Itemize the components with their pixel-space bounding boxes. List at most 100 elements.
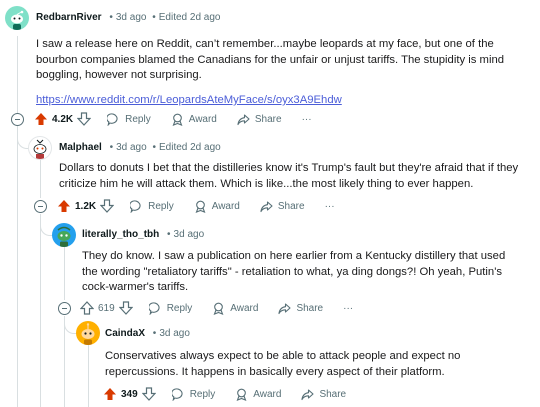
comment-body: Dollars to donuts I bet that the distill…: [59, 162, 519, 190]
separator-dot: •: [109, 12, 113, 23]
downvote-icon: [100, 199, 115, 213]
downvote-icon: [141, 387, 156, 401]
more-icon: ···: [343, 302, 354, 314]
timestamp[interactable]: 3d ago: [159, 328, 190, 339]
share-button[interactable]: Share: [301, 388, 346, 401]
downvote-button[interactable]: [118, 301, 133, 315]
award-button[interactable]: Award: [235, 388, 281, 401]
separator-dot: •: [152, 142, 156, 153]
timestamp[interactable]: 3d ago: [116, 142, 147, 153]
thread-line: [17, 126, 18, 407]
vote-count: 1.2K: [75, 200, 97, 212]
more-options-button[interactable]: ···: [343, 303, 353, 314]
username[interactable]: literally_tho_tbh: [82, 229, 159, 240]
award-button[interactable]: Award: [194, 200, 240, 213]
award-button[interactable]: Award: [212, 302, 258, 315]
separator-dot: •: [152, 328, 157, 339]
reply-button[interactable]: Reply: [130, 199, 174, 213]
reply-button[interactable]: Reply: [171, 387, 216, 401]
more-options-button[interactable]: ···: [302, 114, 312, 125]
reply-button[interactable]: Reply: [107, 112, 151, 126]
share-button[interactable]: Share: [260, 200, 305, 213]
thread-line: [17, 36, 18, 118]
downvote-button[interactable]: [100, 199, 115, 213]
upvote-button[interactable]: [34, 112, 48, 126]
username[interactable]: Malphael: [59, 142, 102, 153]
action-bar: 619 Reply Award Share ···: [80, 299, 353, 317]
comment-body: They do know. I saw a publication on her…: [82, 250, 506, 293]
upvote-icon: [58, 200, 70, 212]
share-label: Share: [254, 113, 282, 125]
timestamp[interactable]: 3d ago: [116, 12, 147, 23]
downvote-icon: [77, 112, 92, 126]
edited-label: Edited 2d ago: [158, 12, 221, 23]
share-icon: [260, 200, 273, 212]
upvote-button[interactable]: [80, 301, 94, 315]
comment-link[interactable]: https://www.reddit.com/r/LeopardsAteMyFa…: [36, 90, 342, 108]
reply-icon: [130, 199, 141, 213]
thread-line: [40, 214, 41, 407]
action-bar: 349 Reply Award Share: [103, 385, 346, 403]
reply-label: Reply: [125, 113, 151, 125]
action-bar: 4.2K Reply Award Share ···: [34, 110, 312, 128]
username[interactable]: RedbarnRiver: [36, 12, 102, 23]
collapse-button[interactable]: [34, 200, 47, 213]
reply-icon: [107, 112, 118, 126]
separator-dot: •: [152, 12, 156, 23]
comment-meta: Malphael • 3d ago • Edited 2d ago: [59, 142, 221, 153]
award-icon: [195, 200, 206, 213]
share-icon: [301, 388, 314, 400]
share-icon: [278, 302, 291, 314]
award-label: Award: [230, 302, 259, 314]
comment-meta: literally_tho_tbh • 3d ago: [82, 229, 204, 240]
comment-meta: CaindaX • 3d ago: [105, 328, 190, 339]
award-label: Award: [253, 388, 282, 400]
award-label: Award: [188, 113, 217, 125]
award-icon: [236, 388, 247, 401]
upvote-icon: [104, 388, 116, 400]
share-label: Share: [319, 388, 347, 400]
vote-count: 349: [121, 388, 138, 400]
avatar[interactable]: [76, 321, 100, 345]
collapse-button[interactable]: [11, 113, 24, 126]
upvote-button[interactable]: [57, 199, 71, 213]
timestamp[interactable]: 3d ago: [174, 229, 205, 240]
avatar[interactable]: [52, 223, 76, 247]
upvote-icon: [35, 113, 47, 125]
downvote-button[interactable]: [141, 387, 156, 401]
collapse-button[interactable]: [58, 302, 71, 315]
reply-label: Reply: [148, 200, 174, 212]
thread-line: [40, 160, 41, 198]
award-label: Award: [211, 200, 240, 212]
more-options-button[interactable]: ···: [325, 201, 335, 212]
share-button[interactable]: Share: [278, 302, 323, 315]
reply-icon: [148, 301, 160, 315]
thread-line: [64, 247, 65, 300]
downvote-icon: [118, 301, 133, 315]
link-text[interactable]: https://www.reddit.com/r/LeopardsAteMyFa…: [36, 94, 342, 106]
comment-body: I saw a release here on Reddit, can’t re…: [36, 38, 505, 81]
share-button[interactable]: Share: [237, 113, 282, 126]
share-icon: [237, 113, 250, 125]
more-icon: ···: [301, 113, 312, 125]
share-label: Share: [277, 200, 305, 212]
reply-label: Reply: [189, 388, 216, 400]
upvote-button[interactable]: [103, 387, 117, 401]
share-label: Share: [296, 302, 324, 314]
avatar[interactable]: [28, 136, 52, 160]
vote-count: 619: [98, 302, 115, 314]
avatar[interactable]: [5, 6, 29, 30]
thread-line: [88, 345, 89, 407]
reply-button[interactable]: Reply: [148, 301, 193, 315]
thread-elbow: [40, 214, 53, 236]
comment-body: Conservatives always expect to be able t…: [105, 350, 461, 378]
award-icon: [213, 302, 224, 315]
action-bar: 1.2K Reply Award Share ···: [57, 197, 335, 215]
downvote-button[interactable]: [77, 112, 92, 126]
reply-label: Reply: [166, 302, 193, 314]
award-button[interactable]: Award: [171, 113, 217, 126]
upvote-icon: [80, 301, 94, 315]
award-icon: [172, 113, 183, 126]
username[interactable]: CaindaX: [105, 328, 145, 339]
edited-label: Edited 2d ago: [158, 142, 221, 153]
